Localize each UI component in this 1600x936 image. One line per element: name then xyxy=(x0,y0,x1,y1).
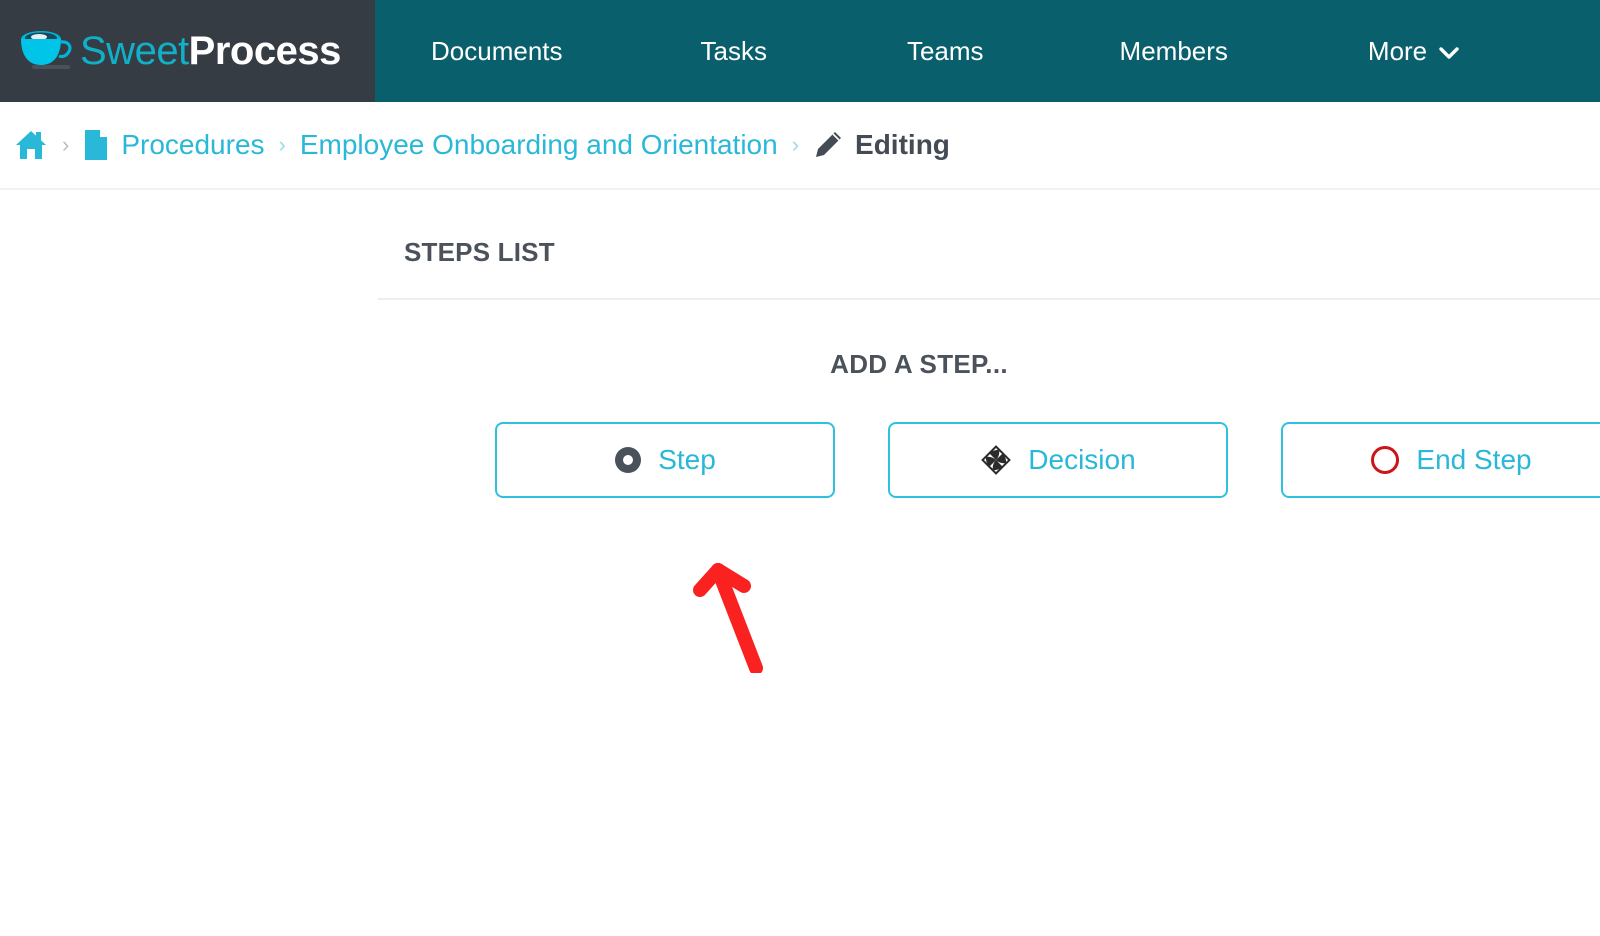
document-icon xyxy=(85,130,108,160)
add-step-button[interactable]: Step xyxy=(495,422,835,498)
breadcrumb-item-document-title-label: Employee Onboarding and Orientation xyxy=(299,129,778,160)
add-decision-button-label: Decision xyxy=(1028,444,1136,475)
nav-item-more[interactable]: More xyxy=(1358,32,1469,70)
add-step-button-label: Step xyxy=(658,444,716,475)
pencil-icon xyxy=(816,132,842,157)
home-icon xyxy=(16,131,46,159)
breadcrumb-item-editing: Editing xyxy=(813,129,950,161)
nav-item-documents[interactable]: Documents xyxy=(421,32,573,70)
add-end-step-button-label: End Step xyxy=(1416,444,1532,475)
add-step-buttons: Step Decision End Step xyxy=(378,422,1600,498)
breadcrumb-separator-1: › xyxy=(62,132,70,157)
breadcrumb: › Procedures › Employee Onboarding and O… xyxy=(0,102,1600,190)
app-root: SweetProcess Documents Tasks Teams Membe… xyxy=(0,0,1600,936)
breadcrumb-item-editing-label: Editing xyxy=(855,129,950,160)
breadcrumb-home-link[interactable] xyxy=(14,129,48,161)
brand-word-sweet: Sweet xyxy=(80,29,189,73)
brand-wordmark: SweetProcess xyxy=(80,31,341,71)
red-circle-icon xyxy=(1371,446,1400,474)
nav-item-members[interactable]: Members xyxy=(1110,32,1238,70)
nav-item-more-label: More xyxy=(1367,36,1428,66)
section-divider xyxy=(378,298,1600,300)
add-end-step-button[interactable]: End Step xyxy=(1281,422,1600,498)
breadcrumb-separator-2: › xyxy=(278,132,286,157)
breadcrumb-separator-3: › xyxy=(791,132,800,157)
brand-word-process: Process xyxy=(188,29,342,73)
main-content: STEPS LIST ADD A STEP... Step Decision E… xyxy=(378,190,1600,936)
add-decision-button[interactable]: Decision xyxy=(888,422,1228,498)
nav-links: Documents Tasks Teams Members More xyxy=(375,0,1600,102)
breadcrumb-item-procedures-label: Procedures xyxy=(121,129,265,160)
brand-logo[interactable]: SweetProcess xyxy=(0,0,375,102)
add-a-step-label: ADD A STEP... xyxy=(830,349,1008,379)
top-navigation-bar: SweetProcess Documents Tasks Teams Membe… xyxy=(0,0,1600,102)
filled-dot-icon xyxy=(615,447,642,473)
chevron-down-icon xyxy=(1439,47,1459,59)
nav-item-tasks-label: Tasks xyxy=(700,36,767,66)
nav-item-members-label: Members xyxy=(1119,36,1228,66)
coffee-cup-icon xyxy=(21,31,72,69)
nav-item-documents-label: Documents xyxy=(431,36,563,66)
steps-list-title: STEPS LIST xyxy=(404,237,555,267)
breadcrumb-item-document-title[interactable]: Employee Onboarding and Orientation xyxy=(300,129,778,161)
diamond-decision-icon xyxy=(981,445,1012,475)
nav-item-teams[interactable]: Teams xyxy=(897,32,994,70)
nav-item-tasks[interactable]: Tasks xyxy=(691,32,777,70)
breadcrumb-item-procedures[interactable]: Procedures xyxy=(83,129,265,161)
nav-item-teams-label: Teams xyxy=(906,36,984,66)
